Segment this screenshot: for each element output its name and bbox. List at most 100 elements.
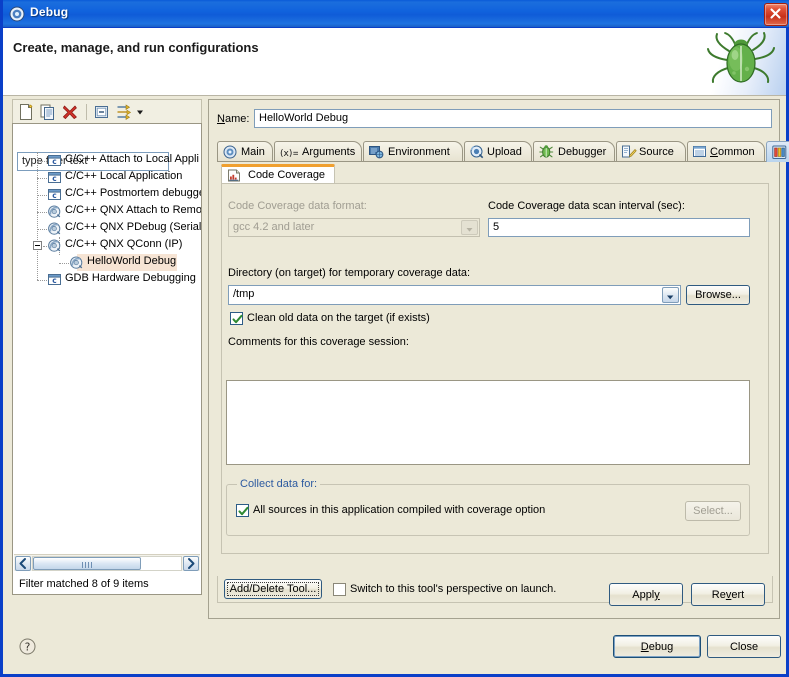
tree-item-2[interactable]: c C/C++ Postmortem debugge: [13, 186, 201, 203]
chevron-down-icon[interactable]: [662, 287, 679, 303]
tree-item-helloworld-debug[interactable]: HelloWorld Debug: [13, 254, 201, 271]
debug-button[interactable]: Debug: [613, 635, 701, 658]
filter-status-text: Filter matched 8 of 9 items: [19, 578, 149, 590]
svg-text:c: c: [52, 276, 56, 285]
checkmark-icon: [232, 314, 243, 325]
data-format-combo: gcc 4.2 and later: [228, 218, 480, 237]
scroll-right-icon[interactable]: [183, 556, 199, 571]
dialog-header: Create, manage, and run configurations: [3, 28, 786, 96]
scan-interval-input[interactable]: 5: [488, 218, 750, 237]
collapse-all-icon[interactable]: [93, 103, 111, 121]
tools-icon: [772, 145, 787, 163]
svg-text:c: c: [52, 174, 56, 183]
all-sources-checkbox[interactable]: [236, 504, 249, 517]
tab-label: Arguments: [302, 146, 355, 158]
tab-environment[interactable]: Environment: [363, 141, 463, 162]
tree-item-label: GDB Hardware Debugging: [65, 272, 196, 284]
debug-icon: [9, 6, 25, 22]
clean-old-data-label[interactable]: Clean old data on the target (if exists): [247, 312, 430, 324]
add-delete-tool-button[interactable]: Add/Delete Tool...: [224, 579, 322, 599]
bug-graphic: [696, 28, 786, 95]
tab-label: Common: [710, 146, 755, 158]
toolbar-separator: [86, 104, 87, 120]
arguments-xy-icon: (x)=: [280, 145, 298, 162]
tree-item-3[interactable]: C/C++ QNX Attach to Remo: [13, 203, 201, 220]
clean-old-data-checkbox[interactable]: [230, 312, 243, 325]
question-mark-help-icon[interactable]: ?: [19, 638, 36, 655]
close-window-button[interactable]: [764, 3, 788, 26]
close-button[interactable]: Close: [707, 635, 781, 658]
tree-toolbar: [12, 99, 202, 123]
tab-label: Main: [241, 146, 265, 158]
chevron-down-icon[interactable]: [135, 103, 145, 121]
scrollbar-thumb[interactable]: [33, 557, 141, 570]
tab-debugger[interactable]: Debugger: [533, 141, 615, 162]
sub-tab-code-coverage[interactable]: Code Coverage: [221, 164, 335, 184]
close-icon: [769, 7, 782, 20]
all-sources-label[interactable]: All sources in this application compiled…: [253, 504, 545, 516]
comments-textarea[interactable]: [226, 380, 750, 465]
select-sources-button: Select...: [685, 501, 741, 521]
copy-document-icon[interactable]: [39, 103, 57, 121]
tab-label: Environment: [388, 146, 450, 158]
filter-arrows-icon[interactable]: [115, 103, 133, 121]
tab-source[interactable]: Source: [616, 141, 686, 162]
switch-perspective-checkbox[interactable]: [333, 583, 346, 596]
tree-item-label: C/C++ QNX QConn (IP): [65, 238, 182, 250]
tree-items: c C/C++ Attach to Local Appli c: [13, 152, 201, 288]
environment-icon: [369, 145, 384, 162]
tree-item-0[interactable]: c C/C++ Attach to Local Appli: [13, 152, 201, 169]
scroll-left-icon[interactable]: [15, 556, 31, 571]
tree-item-label: C/C++ Attach to Local Appli: [65, 153, 199, 165]
directory-value: /tmp: [233, 288, 254, 300]
tree-item-label: C/C++ QNX Attach to Remo: [65, 204, 202, 216]
collect-data-group: Collect data for: All sources in this ap…: [226, 484, 750, 536]
tree-item-7[interactable]: c GDB Hardware Debugging: [13, 271, 201, 288]
tree-item-4[interactable]: C/C++ QNX PDebug (Serial): [13, 220, 201, 237]
name-input[interactable]: HelloWorld Debug: [254, 109, 772, 128]
tree-item-1[interactable]: c C/C++ Local Application: [13, 169, 201, 186]
chevron-down-icon: [461, 220, 478, 235]
configuration-tabs: Main (x)= Arguments: [217, 141, 773, 162]
source-pencil-icon: [622, 145, 637, 162]
sub-tab-label: Code Coverage: [248, 169, 325, 181]
tab-common[interactable]: Common: [687, 141, 765, 162]
scrollbar-grip: [82, 562, 94, 568]
window-title: Debug: [30, 5, 68, 19]
window-titlebar: Debug: [3, 0, 789, 28]
tree-item-5[interactable]: C/C++ QNX QConn (IP): [13, 237, 201, 254]
tools-tab-content: Code Coverage Code Coverage data format:…: [217, 162, 773, 575]
tab-main[interactable]: Main: [217, 141, 273, 162]
common-list-icon: [693, 145, 707, 162]
switch-perspective-label[interactable]: Switch to this tool's perspective on lau…: [350, 583, 556, 595]
code-coverage-form: Code Coverage data format: gcc 4.2 and l…: [221, 183, 769, 554]
tree-horizontal-scrollbar[interactable]: [14, 554, 200, 571]
tree-item-label: C/C++ Postmortem debugge: [65, 187, 202, 199]
launch-configurations-panel: type filter text c: [12, 99, 202, 619]
c-cpp-icon: c: [47, 272, 62, 290]
page-title: Create, manage, and run configurations: [13, 40, 259, 55]
tab-upload[interactable]: Upload: [464, 141, 532, 162]
browse-button[interactable]: Browse...: [686, 285, 750, 305]
tab-tools[interactable]: Tools: [766, 141, 789, 162]
scrollbar-track[interactable]: [32, 556, 182, 571]
upload-icon: [470, 145, 484, 162]
debugger-bug-icon: [539, 145, 554, 162]
apply-button[interactable]: Apply: [609, 583, 683, 606]
svg-text:c: c: [52, 191, 56, 200]
tab-arguments[interactable]: (x)= Arguments: [274, 141, 362, 162]
directory-combo[interactable]: /tmp: [228, 285, 681, 305]
svg-text:(x)=: (x)=: [280, 149, 298, 159]
new-document-icon[interactable]: [17, 103, 35, 121]
red-x-delete-icon[interactable]: [61, 103, 79, 121]
dialog-body: type filter text c: [3, 96, 786, 671]
configuration-editor-panel: Name: HelloWorld Debug Main: [208, 99, 780, 619]
tab-label: Debugger: [558, 146, 606, 158]
launch-configuration-tree[interactable]: type filter text c: [12, 123, 202, 595]
data-format-value: gcc 4.2 and later: [233, 221, 314, 233]
tree-expander-collapse[interactable]: [33, 241, 42, 250]
directory-label: Directory (on target) for temporary cove…: [228, 267, 470, 279]
tab-label: Upload: [487, 146, 522, 158]
revert-button[interactable]: Revert: [691, 583, 765, 606]
main-target-icon: [223, 145, 237, 162]
